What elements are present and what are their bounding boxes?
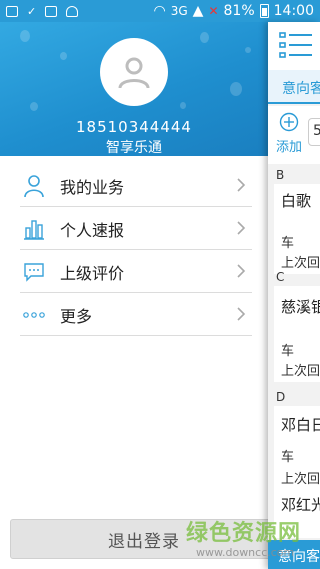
customer-last-visit: 上次回	[281, 256, 320, 271]
section-header: D	[276, 390, 286, 404]
list-item[interactable]: 慈溪银 车 上次回	[274, 286, 320, 382]
menu-item-more[interactable]: 更多	[0, 293, 268, 336]
tab-intent-customers[interactable]: 意向客	[268, 70, 320, 104]
person-icon	[22, 174, 46, 198]
watermark-url: www.downcc.com	[196, 546, 295, 559]
network-type: 3G	[170, 4, 188, 18]
menu-item-my-business[interactable]: 我的业务	[0, 164, 268, 207]
user-name: 智享乐通	[106, 140, 162, 156]
section-header: C	[276, 270, 285, 284]
battery-percent: 81%	[223, 3, 255, 19]
menu-item-label: 上级评价	[60, 263, 125, 283]
menu-item-superior-review[interactable]: 上级评价	[0, 250, 268, 293]
no-sim-icon: ✕	[208, 4, 219, 18]
drawer-menu: 我的业务 个人速报 上级评价 更多	[0, 164, 268, 336]
notification-icon	[6, 5, 18, 17]
check-icon: ✓	[27, 4, 37, 18]
customer-last-visit: 上次回	[281, 472, 320, 487]
android-icon	[66, 5, 79, 17]
menu-item-personal-report[interactable]: 个人速报	[0, 207, 268, 250]
user-icon	[118, 57, 150, 89]
customer-car: 车	[281, 450, 295, 465]
customer-name: 白歌	[281, 192, 312, 210]
image-icon	[45, 5, 58, 17]
customer-last-visit: 上次回	[281, 364, 320, 379]
chevron-right-icon	[237, 178, 246, 192]
chevron-right-icon	[237, 221, 246, 235]
add-button[interactable]: 添加	[276, 136, 302, 155]
main-content-panel[interactable]: 意向客 添加 5 B 白歌 车 上次回 C 慈溪银 车 上次回 D 邓白日 车 …	[268, 22, 320, 569]
wifi-icon: ◠	[153, 3, 166, 19]
section-header: B	[276, 168, 285, 182]
list-menu-icon[interactable]	[279, 31, 313, 59]
bar-chart-icon	[22, 217, 46, 241]
menu-item-label: 个人速报	[60, 220, 125, 240]
customer-car: 车	[281, 236, 295, 251]
main-toolbar	[268, 22, 320, 70]
add-area: 添加 5	[268, 106, 320, 164]
more-dots-icon	[22, 303, 46, 327]
menu-item-label: 更多	[60, 306, 93, 326]
add-circle-icon[interactable]	[279, 112, 299, 132]
list-item[interactable]: 邓白日 车 上次回	[274, 406, 320, 490]
watermark-title: 绿色资源网	[186, 521, 302, 546]
profile-header: 18510344444 智享乐通	[0, 22, 268, 156]
customer-name: 邓红光	[281, 496, 320, 514]
clock: 14:00	[273, 3, 314, 19]
customer-car: 车	[281, 344, 295, 359]
chevron-right-icon	[237, 264, 246, 278]
status-bar: ✓ ◠ 3G ▲ ✕ 81% 14:00	[0, 0, 320, 22]
user-phone: 18510344444	[76, 118, 192, 136]
menu-item-label: 我的业务	[60, 177, 125, 197]
comment-icon	[22, 260, 46, 284]
customer-name: 邓白日	[281, 416, 320, 434]
battery-icon	[259, 4, 269, 18]
list-item[interactable]: 白歌 车 上次回	[274, 184, 320, 274]
count-field[interactable]: 5	[308, 118, 320, 146]
avatar[interactable]	[100, 38, 168, 106]
signal-icon: ▲	[192, 3, 204, 19]
chevron-right-icon	[237, 307, 246, 321]
customer-name: 慈溪银	[281, 298, 320, 316]
